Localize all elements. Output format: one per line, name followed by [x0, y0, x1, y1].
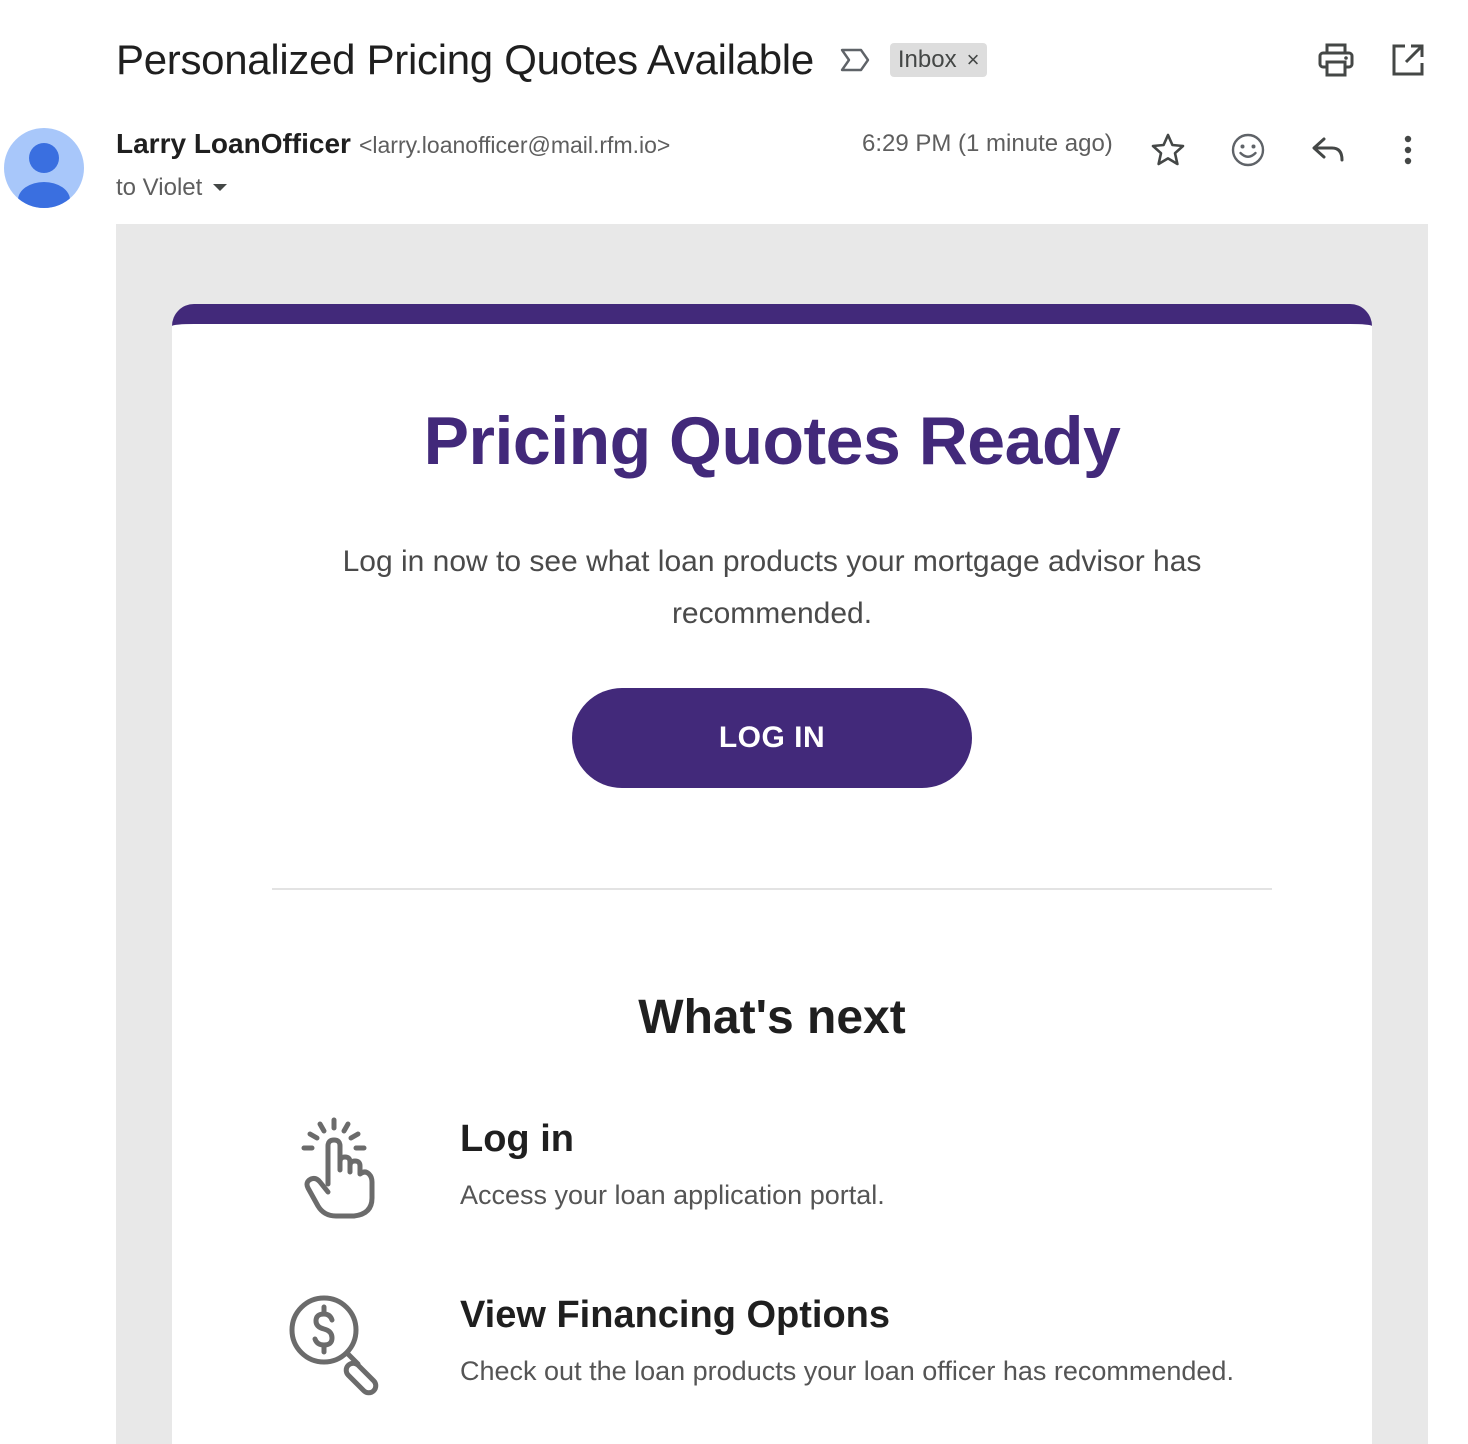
- email-body-background: Pricing Quotes Ready Log in now to see w…: [116, 224, 1428, 1444]
- whats-next-title: What's next: [638, 991, 906, 1044]
- dollar-search-icon: [289, 1295, 379, 1396]
- caret-down-icon: [213, 184, 228, 191]
- message-timestamp: 6:29 PM (1 minute ago): [862, 130, 1113, 157]
- section-divider: [272, 888, 1272, 890]
- more-vert-icon: [1404, 135, 1412, 165]
- recipient-line: to Violet: [116, 172, 228, 204]
- step-description: Access your loan application portal.: [460, 1180, 885, 1210]
- print-icon: [1318, 43, 1354, 77]
- label-chip-text: Inbox: [897, 46, 957, 73]
- subject-row: Personalized Pricing Quotes Available In…: [116, 32, 988, 88]
- step-title: Log in: [460, 1118, 574, 1160]
- add-reaction-button[interactable]: [1226, 128, 1270, 172]
- sender-line: Larry LoanOfficer <larry.loanofficer@mai…: [116, 128, 670, 168]
- open-in-new-window-icon: [1392, 44, 1424, 76]
- sender-name[interactable]: Larry LoanOfficer: [116, 128, 351, 160]
- email-view: Personalized Pricing Quotes Available In…: [0, 0, 1468, 1444]
- sender-email: <larry.loanofficer@mail.rfm.io>: [358, 132, 671, 158]
- hero-title: Pricing Quotes Ready: [423, 403, 1121, 479]
- step-description: Check out the loan products your loan of…: [460, 1356, 1234, 1386]
- label-chip-inbox: Inbox ×: [889, 43, 988, 77]
- more-options-button[interactable]: [1386, 128, 1430, 172]
- default-avatar-icon: [18, 143, 70, 208]
- step-item-log-in: Log in Access your loan application port…: [284, 1114, 1284, 1254]
- star-button[interactable]: [1146, 128, 1190, 172]
- reply-icon: [1312, 137, 1344, 162]
- sender-avatar[interactable]: [4, 128, 84, 208]
- important-marker-icon[interactable]: [838, 45, 872, 75]
- hero-text: Log in now to see what loan products you…: [342, 545, 1202, 630]
- open-in-new-window-button[interactable]: [1388, 40, 1428, 80]
- reply-button[interactable]: [1306, 128, 1350, 172]
- star-icon: [1151, 133, 1185, 166]
- show-details-button[interactable]: [212, 183, 228, 193]
- step-item-view-financing-options: View Financing Options Check out the loa…: [284, 1290, 1284, 1430]
- recipient-text: to Violet: [116, 174, 203, 201]
- print-button[interactable]: [1316, 40, 1356, 80]
- remove-label-button[interactable]: ×: [967, 49, 980, 71]
- email-card: Pricing Quotes Ready Log in now to see w…: [172, 304, 1372, 1444]
- email-subject: Personalized Pricing Quotes Available: [116, 36, 814, 83]
- step-title: View Financing Options: [460, 1294, 891, 1336]
- log-in-button[interactable]: LOG IN: [572, 688, 972, 788]
- tap-hand-icon: [301, 1117, 375, 1219]
- emoji-reaction-icon: [1231, 133, 1265, 167]
